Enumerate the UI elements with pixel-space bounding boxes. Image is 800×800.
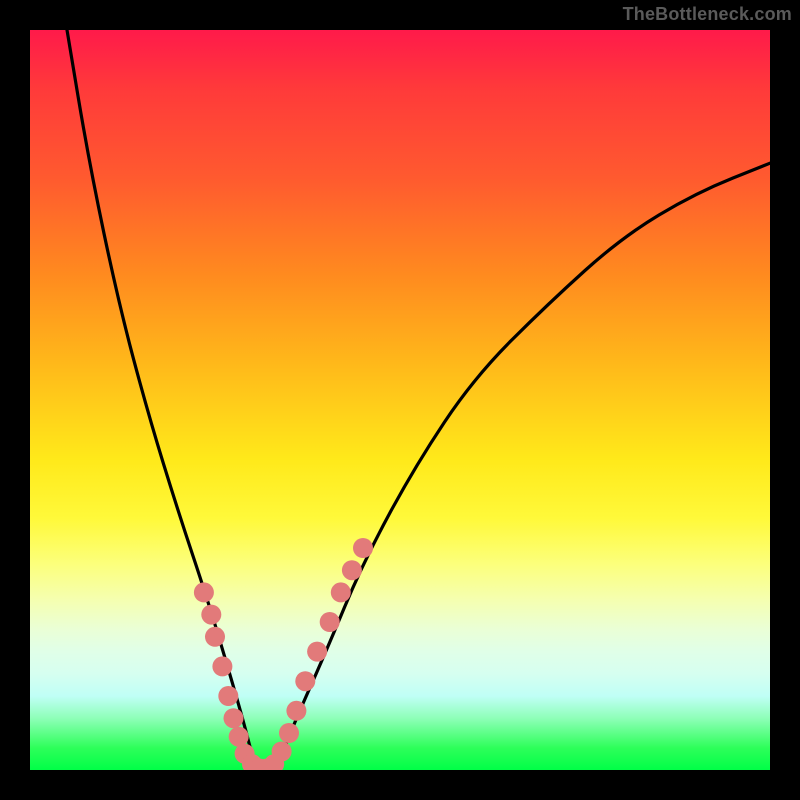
marker-dot bbox=[201, 605, 221, 625]
marker-dot bbox=[307, 642, 327, 662]
marker-dot bbox=[194, 582, 214, 602]
marker-dot bbox=[212, 656, 232, 676]
marker-dot bbox=[295, 671, 315, 691]
marker-dot bbox=[205, 627, 225, 647]
watermark-label: TheBottleneck.com bbox=[623, 4, 792, 25]
curve-svg bbox=[30, 30, 770, 770]
marker-dot bbox=[224, 708, 244, 728]
marker-dot bbox=[218, 686, 238, 706]
bottleneck-curve bbox=[67, 30, 770, 770]
marker-dot bbox=[279, 723, 299, 743]
plot-area bbox=[30, 30, 770, 770]
marker-dots bbox=[194, 538, 373, 770]
marker-dot bbox=[342, 560, 362, 580]
chart-frame: TheBottleneck.com bbox=[0, 0, 800, 800]
marker-dot bbox=[320, 612, 340, 632]
marker-dot bbox=[331, 582, 351, 602]
marker-dot bbox=[286, 701, 306, 721]
marker-dot bbox=[272, 742, 292, 762]
marker-dot bbox=[229, 727, 249, 747]
marker-dot bbox=[353, 538, 373, 558]
